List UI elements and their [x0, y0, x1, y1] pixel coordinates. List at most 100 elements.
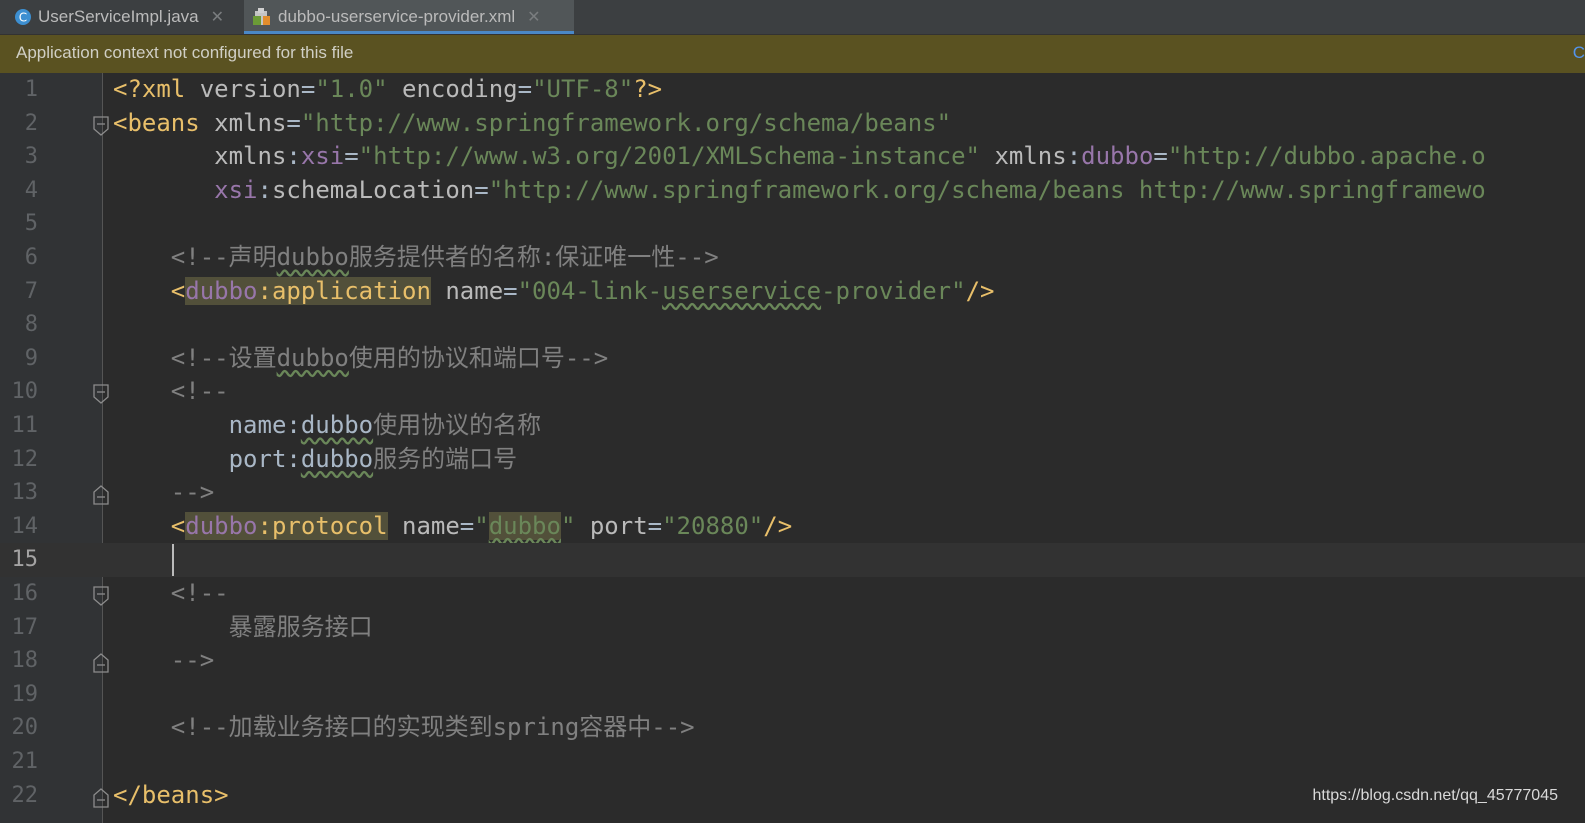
code-comment: 暴露服务接口 [113, 611, 373, 645]
spellcheck-word: dubbo [276, 343, 349, 372]
code-comment: --> [113, 476, 214, 510]
code-line-4: 4 xsi:schemaLocation="http://www.springf… [0, 174, 1585, 208]
code-text: xsi:schemaLocation="http://www.springfra… [113, 174, 1486, 208]
context-notification-bar: Application context not configured for t… [0, 35, 1585, 73]
tab-label: dubbo-userservice-provider.xml [278, 7, 516, 26]
text-caret [172, 544, 174, 576]
line-number: 6 [24, 245, 38, 270]
fold-open-icon[interactable] [92, 383, 110, 409]
code-comment: port:dubbo服务的端口号 [113, 443, 518, 477]
code-comment: <!--声明dubbo服务提供者的名称:保证唯一性--> [113, 241, 719, 275]
attribute-name: xmlns [214, 108, 287, 137]
tag-close: /> [763, 511, 793, 540]
code-line-13: 13 --> [0, 476, 1585, 510]
attribute-name: encoding [402, 75, 518, 103]
fold-open-icon[interactable] [92, 585, 110, 611]
comment-text: name: [228, 411, 301, 439]
code-line-8: 8 [0, 308, 1585, 342]
line-number: 1 [24, 77, 38, 102]
comment-text: <!-- [170, 377, 229, 406]
code-text: <beans xmlns="http://www.springframework… [113, 107, 951, 141]
fold-close-icon[interactable] [92, 484, 110, 510]
equals: = [344, 142, 359, 171]
attribute-name: name [402, 511, 460, 540]
close-tab-icon[interactable]: ✕ [527, 7, 540, 27]
code-line-17: 17 暴露服务接口 [0, 611, 1585, 645]
attribute-name: version [199, 75, 301, 103]
code-line-16: 16 <!-- [0, 577, 1585, 611]
equals: = [300, 75, 316, 103]
tab-userserviceimpl-java[interactable]: C UserServiceImpl.java ✕ [6, 0, 234, 34]
fold-open-icon[interactable] [92, 115, 110, 141]
line-number: 20 [11, 715, 39, 741]
code-comment: <!-- [113, 577, 229, 611]
colon: : [286, 142, 301, 171]
spellcheck-word: dubbo [300, 444, 374, 473]
tag-name: application [271, 276, 431, 305]
line-number: 12 [11, 446, 39, 472]
code-editor[interactable]: 1 <?xml version="1.0" encoding="UTF-8"?>… [0, 73, 1585, 823]
comment-text: 暴露服务接口 [228, 612, 373, 641]
code-line-15-current: 15 [0, 543, 1585, 577]
beans-close-tag: </beans> [113, 780, 229, 809]
tab-dubbo-userservice-provider-xml[interactable]: dubbo-userservice-provider.xml ✕ [244, 0, 574, 34]
spellcheck-word: userservice [662, 276, 822, 305]
comment-text: --> [170, 646, 215, 675]
spellcheck-word: dubbo [300, 411, 374, 439]
equals: = [286, 108, 301, 137]
fold-close-icon[interactable] [92, 787, 110, 813]
tag-namespace: dubbo [185, 276, 258, 305]
code-line-10: 10 <!-- [0, 375, 1585, 409]
xml-declaration-close: ?> [633, 75, 663, 103]
code-text: <dubbo:protocol name="dubbo" port="20880… [113, 510, 792, 544]
line-number: 5 [24, 211, 38, 237]
code-comment: <!-- [113, 375, 229, 409]
code-comment: --> [113, 644, 214, 678]
attribute-name: xmlns [214, 142, 287, 171]
equals: = [503, 276, 518, 305]
attribute-value: "http://www.springframework.org/schema/b… [300, 108, 952, 137]
comment-text: --> [170, 478, 215, 507]
attribute-value: "1.0" [315, 75, 388, 103]
line-number: 8 [24, 312, 38, 338]
equals: = [1153, 142, 1168, 171]
attribute-value: -provider" [821, 276, 966, 305]
line-number: 22 [11, 782, 39, 808]
line-number: 7 [24, 278, 38, 304]
namespace-prefix: xsi [300, 142, 345, 171]
code-line-18: 18 --> [0, 644, 1585, 678]
comment-text: port: [228, 444, 301, 473]
code-line-21: 21 [0, 745, 1585, 779]
tag-name: protocol [271, 511, 388, 540]
attribute-value: "http://www.w3.org/2001/XMLSchema-instan… [358, 142, 980, 171]
xml-file-icon [252, 7, 272, 27]
close-tab-icon[interactable]: ✕ [211, 7, 224, 27]
quote: " [474, 511, 489, 540]
code-comment: name:dubbo使用协议的名称 [113, 409, 542, 443]
xml-declaration-open: <?xml [113, 75, 200, 103]
code-line-2: 2 <beans xmlns="http://www.springframewo… [0, 107, 1585, 141]
comment-text: 使用协议的名称 [373, 411, 542, 439]
configure-link[interactable]: C [1573, 43, 1585, 63]
attribute-value: "004-link- [517, 276, 663, 305]
spellcheck-word: dubbo [488, 511, 561, 540]
line-number: 16 [11, 581, 39, 606]
fold-close-icon[interactable] [92, 652, 110, 678]
spellcheck-word: dubbo [276, 243, 349, 271]
line-number: 21 [11, 749, 39, 774]
line-number: 9 [24, 345, 38, 371]
comment-text: 使用的协议和端口号--> [348, 343, 609, 372]
code-line-7: 7 <dubbo:application name="004-link-user… [0, 275, 1585, 309]
